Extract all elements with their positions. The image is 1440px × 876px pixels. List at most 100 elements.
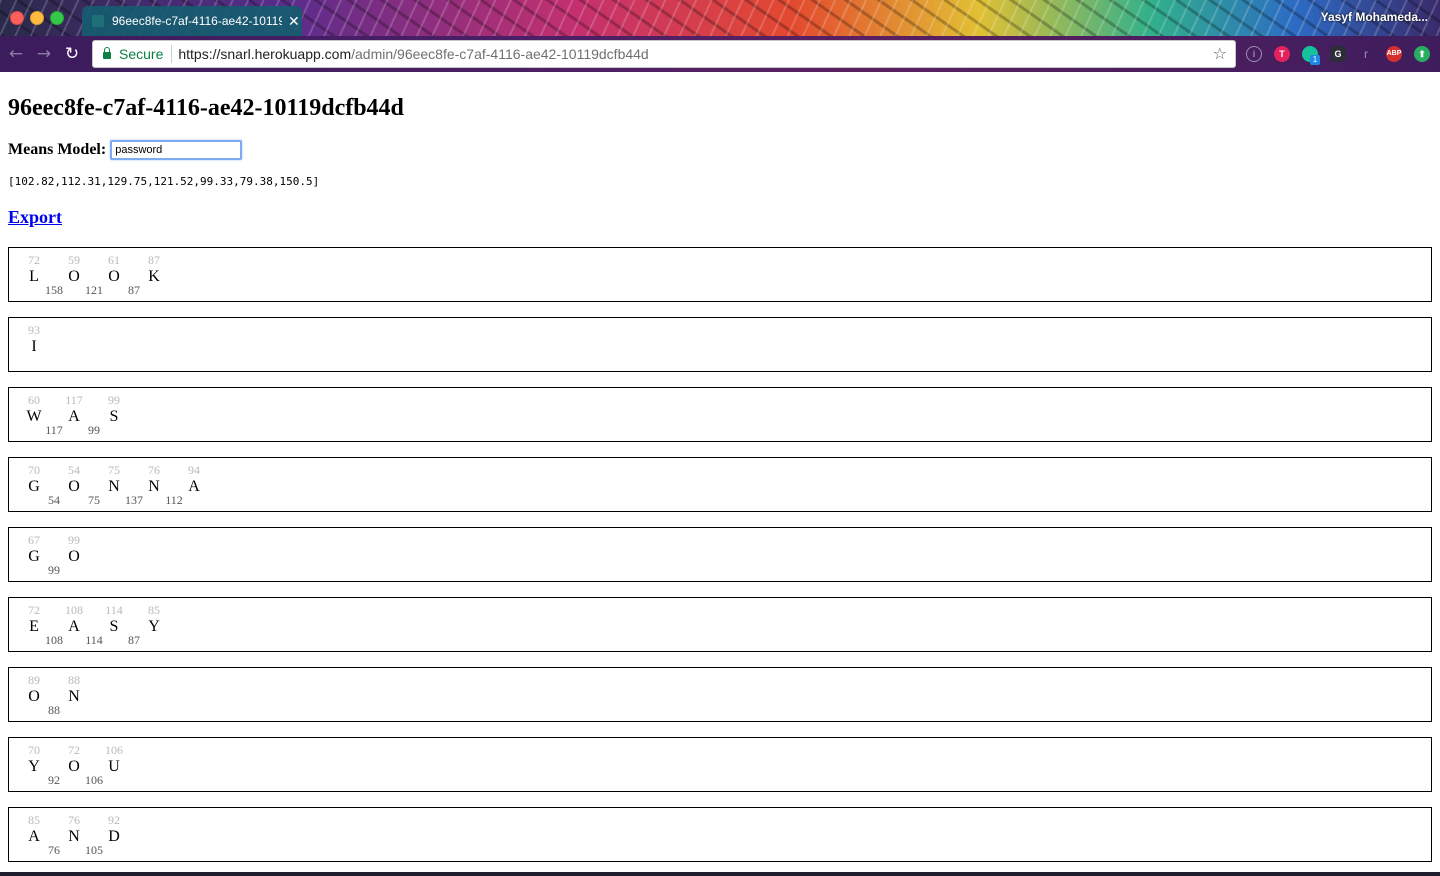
url-path: /admin/96eec8fe-c7af-4116-ae42-10119dcfb… <box>351 46 649 62</box>
character-letter: I <box>31 338 37 355</box>
window-bottom-edge <box>0 872 1440 876</box>
url-host: https://snarl.herokuapp.com <box>178 46 352 62</box>
g-extension-icon[interactable]: G <box>1330 46 1346 62</box>
character-column: 106 U <box>94 738 134 791</box>
tab-title: 96eec8fe-c7af-4116-ae42-10119dcfb44d <box>112 14 282 28</box>
character-top-value: 85 <box>28 813 40 827</box>
character-top-value: 75 <box>108 463 120 477</box>
browser-toolbar: ← → ↻ Secure https://snarl.herokuapp.com… <box>0 36 1440 72</box>
character-top-value: 92 <box>108 813 120 827</box>
character-top-value: 70 <box>28 463 40 477</box>
character-top-value: 94 <box>188 463 200 477</box>
character-column: 87 K <box>134 248 174 301</box>
address-bar[interactable]: Secure https://snarl.herokuapp.com/admin… <box>92 40 1236 68</box>
window-maximize-button[interactable] <box>50 11 64 25</box>
character-letter: K <box>148 268 160 285</box>
character-top-value: 59 <box>68 253 80 267</box>
character-column: 108 A 114 <box>54 598 103 651</box>
word-box: 85 A 76 76 N 105 92 D <box>8 807 1432 862</box>
word-box: 60 W 117 117 A 99 99 S <box>8 387 1432 442</box>
character-top-value: 114 <box>105 603 123 617</box>
character-column: 99 O <box>54 528 94 581</box>
character-top-value: 99 <box>108 393 120 407</box>
profile-name[interactable]: Yasyf Mohameda... <box>1321 10 1428 24</box>
character-column: 54 O 75 <box>54 458 100 511</box>
character-column: 117 A 99 <box>54 388 100 441</box>
character-top-value: 88 <box>68 673 80 687</box>
tab-favicon-icon <box>92 15 104 27</box>
character-top-value: 99 <box>68 533 80 547</box>
word-box: 72 L 158 59 O 121 61 O 87 87 K <box>8 247 1432 302</box>
export-link[interactable]: Export <box>8 207 62 228</box>
window-close-button[interactable] <box>10 11 24 25</box>
page-content: 96eec8fe-c7af-4116-ae42-10119dcfb44d Mea… <box>0 72 1440 872</box>
character-top-value: 76 <box>148 463 160 477</box>
address-separator <box>171 45 173 63</box>
character-column: 61 O 87 <box>94 248 140 301</box>
r-extension-icon[interactable]: r <box>1358 46 1374 62</box>
character-top-value: 54 <box>68 463 80 477</box>
character-column: 114 S 87 <box>94 598 140 651</box>
character-column: 75 N 137 <box>94 458 143 511</box>
character-top-value: 117 <box>65 393 83 407</box>
character-letter: S <box>109 408 119 425</box>
info-extension-icon[interactable]: i <box>1246 46 1262 62</box>
character-letter: U <box>108 758 120 775</box>
character-letter: D <box>108 828 120 845</box>
means-values: [102.82,112.31,129.75,121.52,99.33,79.38… <box>8 175 320 188</box>
page-title: 96eec8fe-c7af-4116-ae42-10119dcfb44d <box>8 95 404 121</box>
word-box: 70 G 54 54 O 75 75 N 137 76 N 112 94 A <box>8 457 1432 512</box>
character-top-value: 106 <box>105 743 123 757</box>
lock-icon <box>103 46 111 59</box>
word-box: 70 Y 92 72 O 106 106 U <box>8 737 1432 792</box>
word-box: 93 I <box>8 317 1432 372</box>
reload-icon[interactable]: ↻ <box>62 44 82 64</box>
character-column: 93 I <box>14 318 54 371</box>
adblock-extension-icon[interactable]: ABP <box>1386 46 1402 62</box>
browser-titlebar: 96eec8fe-c7af-4116-ae42-10119dcfb44d ✕ Y… <box>0 0 1440 36</box>
character-top-value: 60 <box>28 393 40 407</box>
back-arrow-icon[interactable]: ← <box>6 44 26 64</box>
t-extension-icon[interactable]: T <box>1274 46 1290 62</box>
character-column: 85 Y <box>134 598 174 651</box>
character-top-value: 70 <box>28 743 40 757</box>
character-column: 89 O 88 <box>14 668 60 721</box>
character-column: 94 A <box>174 458 214 511</box>
character-top-value: 87 <box>148 253 160 267</box>
word-box: 72 E 108 108 A 114 114 S 87 85 Y <box>8 597 1432 652</box>
means-model-input[interactable] <box>110 140 243 160</box>
character-column: 67 G 99 <box>14 528 60 581</box>
word-box: 89 O 88 88 N <box>8 667 1432 722</box>
bookmark-star-icon[interactable]: ☆ <box>1213 44 1227 63</box>
character-letter: Y <box>148 618 160 635</box>
character-column: 76 N 105 <box>54 808 103 861</box>
character-column: 70 Y 92 <box>14 738 60 791</box>
upload-extension-icon[interactable]: ⬆ <box>1414 46 1430 62</box>
character-top-value: 72 <box>28 603 40 617</box>
window-minimize-button[interactable] <box>30 11 44 25</box>
grammarly-badge: 1 <box>1310 55 1320 65</box>
character-column: 99 S <box>94 388 134 441</box>
word-box: 67 G 99 99 O <box>8 527 1432 582</box>
secure-label: Secure <box>119 46 164 62</box>
means-model-label: Means Model: <box>8 141 107 158</box>
character-column: 88 N <box>54 668 94 721</box>
forward-arrow-icon[interactable]: → <box>34 44 54 64</box>
means-model-row: Means Model: <box>8 140 243 160</box>
browser-tab[interactable]: 96eec8fe-c7af-4116-ae42-10119dcfb44d ✕ <box>82 6 302 36</box>
character-column: 92 D <box>94 808 134 861</box>
character-column: 72 E 108 <box>14 598 63 651</box>
character-column: 85 A 76 <box>14 808 60 861</box>
character-top-value: 72 <box>68 743 80 757</box>
character-top-value: 93 <box>28 323 40 337</box>
character-top-value: 72 <box>28 253 40 267</box>
tab-close-icon[interactable]: ✕ <box>288 13 300 30</box>
character-top-value: 108 <box>65 603 83 617</box>
character-top-value: 76 <box>68 813 80 827</box>
character-column: 70 G 54 <box>14 458 60 511</box>
character-letter: O <box>68 548 80 565</box>
character-column: 59 O 121 <box>54 248 103 301</box>
character-letter: N <box>68 688 80 705</box>
character-top-value: 85 <box>148 603 160 617</box>
character-letter: A <box>188 478 200 495</box>
